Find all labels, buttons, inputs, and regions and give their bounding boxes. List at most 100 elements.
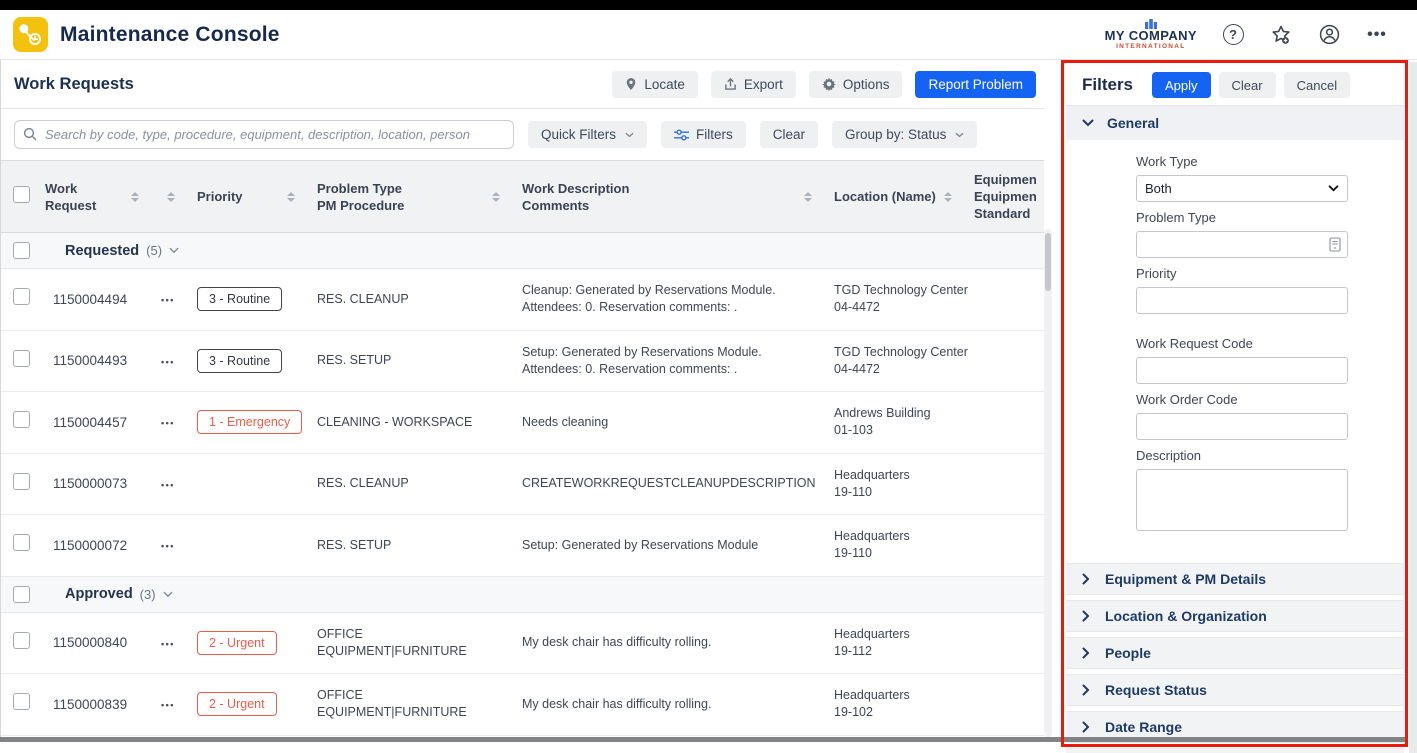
- section-location-organization[interactable]: Location & Organization: [1066, 600, 1404, 632]
- sort-icon[interactable]: [492, 192, 500, 202]
- work-request-row[interactable]: 1150004493 ••• 3 - Routine RES. SETUP Se…: [1, 331, 1044, 393]
- page-scrollbar[interactable]: [1409, 62, 1417, 753]
- search-input[interactable]: [14, 120, 514, 149]
- priority-filter-label: Priority: [1136, 266, 1404, 281]
- group-header-row[interactable]: Approved (3): [1, 577, 1044, 613]
- options-button[interactable]: Options: [809, 71, 903, 98]
- chevron-down-icon: [625, 132, 634, 138]
- row-checkbox[interactable]: [13, 632, 30, 649]
- column-header[interactable]: Priority: [197, 188, 317, 205]
- location-name: TGD Technology Center: [834, 344, 970, 361]
- account-icon[interactable]: [1317, 23, 1341, 47]
- work-request-code: 1150000840: [45, 635, 161, 650]
- filters-button[interactable]: Filters: [661, 121, 746, 148]
- work-description: Setup: Generated by Reservations Module.…: [522, 344, 834, 378]
- group-header-row[interactable]: Requested (5): [1, 233, 1044, 269]
- table-header: WorkRequest Priority Problem TypePM Proc…: [1, 160, 1044, 233]
- row-menu-icon[interactable]: •••: [161, 418, 175, 428]
- toolbar-actions: Locate Export Options: [612, 71, 1036, 98]
- group-checkbox[interactable]: [13, 242, 30, 259]
- row-menu-icon[interactable]: •••: [161, 480, 175, 490]
- report-problem-button[interactable]: Report Problem: [915, 71, 1036, 98]
- row-menu-icon[interactable]: •••: [161, 295, 175, 305]
- sort-icon[interactable]: [944, 192, 952, 202]
- collapsed-section-label: Date Range: [1105, 719, 1182, 735]
- quick-filters-button[interactable]: Quick Filters: [528, 121, 647, 148]
- work-order-code-input[interactable]: [1136, 413, 1348, 440]
- work-request-code: 1150004457: [45, 415, 161, 430]
- sort-icon[interactable]: [131, 192, 139, 202]
- column-header[interactable]: WorkRequest: [45, 180, 161, 214]
- sort-icon[interactable]: [287, 192, 295, 202]
- priority-badge: 3 - Routine: [197, 287, 282, 311]
- work-request-code: 1150000839: [45, 697, 161, 712]
- work-type-select[interactable]: Both: [1136, 175, 1348, 202]
- work-request-row[interactable]: 1150000840 ••• 2 - Urgent OFFICE EQUIPME…: [1, 613, 1044, 675]
- clear-filters-panel-button[interactable]: Clear: [1219, 72, 1276, 98]
- row-checkbox[interactable]: [13, 473, 30, 490]
- row-checkbox[interactable]: [13, 288, 30, 305]
- section-general-label: General: [1107, 115, 1159, 131]
- chevron-down-icon: [955, 132, 964, 138]
- app-header: Maintenance Console MY COMPANY INTERNATI…: [0, 10, 1417, 60]
- priority-input[interactable]: [1136, 287, 1348, 314]
- work-request-row[interactable]: 1150000073 ••• RES. CLEANUP CREATEWORKRE…: [1, 454, 1044, 516]
- description-textarea[interactable]: [1136, 469, 1348, 531]
- group-checkbox[interactable]: [13, 586, 30, 603]
- work-request-row[interactable]: 1150000072 ••• RES. SETUP Setup: Generat…: [1, 515, 1044, 577]
- company-name: MY COMPANY: [1105, 29, 1197, 42]
- section-people[interactable]: People: [1066, 637, 1404, 669]
- locate-button[interactable]: Locate: [612, 71, 698, 98]
- cancel-filters-button[interactable]: Cancel: [1284, 72, 1350, 98]
- work-request-code-input[interactable]: [1136, 357, 1348, 384]
- column-header[interactable]: Problem TypePM Procedure: [317, 180, 522, 214]
- column-header[interactable]: Work DescriptionComments: [522, 180, 834, 214]
- table-scrollbar-thumb[interactable]: [1045, 233, 1051, 291]
- table-scrollbar[interactable]: [1044, 229, 1052, 737]
- row-menu-icon[interactable]: •••: [161, 541, 175, 551]
- chevron-right-icon: [1082, 573, 1090, 585]
- export-button[interactable]: Export: [711, 71, 796, 98]
- section-general[interactable]: General: [1066, 106, 1404, 140]
- section-request-status[interactable]: Request Status: [1066, 674, 1404, 706]
- filter-bar: Quick Filters Filters Clear Group by: St…: [1, 109, 1044, 160]
- row-menu-icon[interactable]: •••: [161, 700, 175, 710]
- search-box: [14, 120, 514, 149]
- problem-type: RES. SETUP: [317, 352, 522, 369]
- row-checkbox[interactable]: [13, 350, 30, 367]
- group-by-button[interactable]: Group by: Status: [832, 121, 977, 148]
- problem-type-input[interactable]: [1136, 231, 1348, 258]
- select-all-checkbox[interactable]: [13, 186, 30, 203]
- work-request-row[interactable]: 1150000839 ••• 2 - Urgent OFFICE EQUIPME…: [1, 674, 1044, 736]
- work-requests-pane: Work Requests Locate Export: [0, 60, 1044, 738]
- favorites-star-icon[interactable]: [1269, 23, 1293, 47]
- work-request-code: 1150004494: [45, 292, 161, 307]
- row-checkbox[interactable]: [13, 693, 30, 710]
- horizontal-scrollbar[interactable]: [0, 737, 1406, 742]
- location-room: 19-112: [834, 643, 970, 660]
- row-menu-icon[interactable]: •••: [161, 639, 175, 649]
- column-header[interactable]: [161, 192, 197, 202]
- row-checkbox[interactable]: [13, 534, 30, 551]
- work-description: Cleanup: Generated by Reservations Modul…: [522, 282, 834, 316]
- location-room: 19-110: [834, 484, 970, 501]
- app-brand: Maintenance Console: [0, 17, 280, 52]
- value-picker-icon[interactable]: [1329, 237, 1341, 252]
- clear-filters-button[interactable]: Clear: [760, 121, 818, 148]
- column-header[interactable]: EquipmenEquipmenStandard: [974, 171, 1044, 222]
- chevron-down-icon: [163, 591, 173, 598]
- section-equipment-pm-details[interactable]: Equipment & PM Details: [1066, 563, 1404, 595]
- row-checkbox[interactable]: [13, 411, 30, 428]
- column-header[interactable]: Location (Name): [834, 188, 974, 205]
- work-request-row[interactable]: 1150004457 ••• 1 - Emergency CLEANING - …: [1, 392, 1044, 454]
- apply-filters-button[interactable]: Apply: [1152, 72, 1211, 98]
- section-parts-costs[interactable]: Parts & Costs: [1066, 748, 1404, 753]
- chevron-right-icon: [1082, 610, 1090, 622]
- work-request-row[interactable]: 1150004494 ••• 3 - Routine RES. CLEANUP …: [1, 269, 1044, 331]
- sort-icon[interactable]: [167, 192, 175, 202]
- sort-icon[interactable]: [804, 192, 812, 202]
- more-options-icon[interactable]: •••: [1365, 23, 1389, 47]
- row-menu-icon[interactable]: •••: [161, 357, 175, 367]
- collapsed-section-label: Equipment & PM Details: [1105, 571, 1266, 587]
- help-icon[interactable]: ?: [1221, 23, 1245, 47]
